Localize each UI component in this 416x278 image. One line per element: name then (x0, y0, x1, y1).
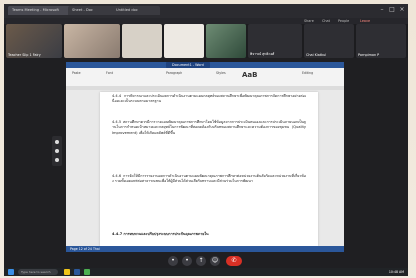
ribbon-font[interactable]: Font (106, 71, 113, 83)
word-ribbon: Paste Font Paragraph Styles AaB Editing (66, 68, 344, 87)
participant-tile[interactable] (122, 24, 162, 58)
participant-name: Teacher Slip 1 Fairy (8, 53, 41, 57)
chrome-icon[interactable] (84, 269, 90, 275)
word-status-bar: Page 12 of 24 Thai (66, 246, 344, 252)
taskbar-search-input[interactable]: Type here to search (18, 269, 58, 275)
browser-tab-bar: Teams Meeting - Microsoft Sheet - Doc Un… (4, 4, 408, 18)
browser-tab[interactable]: Teams Meeting - Microsoft (8, 6, 74, 15)
ribbon-styles[interactable]: Styles (216, 71, 226, 83)
participant-tile[interactable] (206, 24, 246, 58)
ruler (66, 86, 344, 90)
end-call-button[interactable]: ✆ (226, 256, 242, 266)
call-controls: • • ↑ ☺ ✆ (4, 254, 408, 268)
maximize-icon[interactable]: □ (388, 6, 396, 14)
participant-name: พิจารณ์ สุทธิวงศ์ (250, 52, 275, 56)
ribbon-editing[interactable]: Editing (302, 71, 313, 83)
status-text: Page 12 of 24 Thai (70, 247, 100, 251)
minimize-icon[interactable]: – (378, 6, 386, 14)
browser-tab[interactable]: Untitled doc (112, 6, 160, 15)
side-control-panel (52, 136, 62, 166)
folder-icon[interactable] (64, 269, 70, 275)
camera-toggle-icon[interactable]: • (182, 256, 192, 266)
document-page[interactable]: 4.4.4 การพิจารณาและประเมินผลการดำเนินงาน… (100, 92, 318, 246)
participant-tile[interactable]: พิจารณ์ สุทธิวงศ์ (248, 24, 302, 58)
participant-strip: Teacher Slip 1 Fairy พิจารณ์ สุทธิวงศ์ C… (4, 24, 408, 58)
ribbon-paragraph[interactable]: Paragraph (166, 71, 182, 83)
ribbon-paste[interactable]: Paste (72, 71, 81, 83)
style-sample[interactable]: AaB (242, 71, 257, 79)
close-icon[interactable]: × (398, 6, 406, 14)
participant-tile[interactable]: Teacher Slip 1 Fairy (6, 24, 62, 58)
paragraph-heading: 4.4.7 การทบทวนและปรับปรุงระบบการประกันคุ… (112, 232, 209, 236)
meeting-window: Teams Meeting - Microsoft Sheet - Doc Un… (4, 4, 408, 268)
mic-toggle-icon[interactable]: • (168, 256, 178, 266)
participant-name: Chai Kiatkul (306, 53, 327, 57)
word-icon[interactable] (74, 269, 80, 275)
participant-tile[interactable]: Chai Kiatkul (304, 24, 354, 58)
paragraph: 4.4.5 สถานศึกษาควรมีการวางแผนพัฒนาคุณภาพ… (112, 120, 306, 135)
mic-icon[interactable] (55, 140, 59, 144)
windows-taskbar: Type here to search 10:48 AM (4, 268, 408, 276)
paragraph: 4.4.6 การจัดให้มีการรายงานผลการดำเนินงาน… (112, 174, 306, 184)
participant-name: Pornpimon P (358, 53, 380, 57)
browser-tab[interactable]: Sheet - Doc (68, 6, 118, 15)
start-icon[interactable] (8, 269, 14, 275)
camera-icon[interactable] (55, 149, 59, 153)
participant-tile[interactable] (164, 24, 204, 58)
participant-tile[interactable] (64, 24, 120, 58)
taskbar-clock: 10:48 AM (388, 270, 404, 274)
paragraph: 4.4.4 การพิจารณาและประเมินผลการดำเนินงาน… (112, 94, 306, 104)
shared-screen: Document1 - Word Paste Font Paragraph St… (66, 62, 344, 252)
reactions-icon[interactable]: ☺ (210, 256, 220, 266)
more-icon[interactable] (55, 158, 59, 162)
share-screen-icon[interactable]: ↑ (196, 256, 206, 266)
participant-tile[interactable]: Pornpimon P (356, 24, 406, 58)
